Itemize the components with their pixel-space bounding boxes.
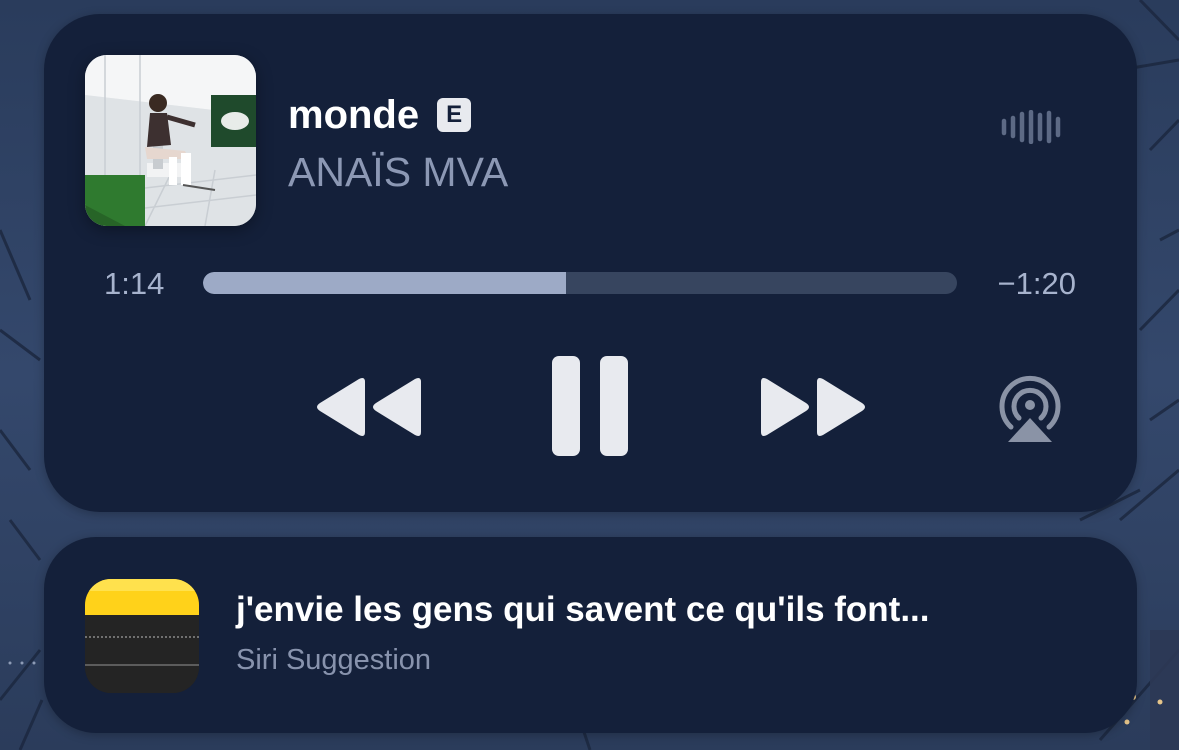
suggestion-subtitle: Siri Suggestion	[236, 644, 432, 676]
artist-name[interactable]: ANAÏS MVA	[288, 148, 508, 196]
airplay-icon	[999, 376, 1061, 442]
audio-waveform-icon	[1001, 110, 1061, 144]
rewind-button[interactable]	[314, 374, 424, 440]
rewind-icon	[317, 378, 421, 436]
airplay-button[interactable]	[994, 372, 1066, 444]
track-title-row: monde E	[288, 92, 472, 138]
pause-icon	[552, 356, 628, 456]
siri-suggestion-widget[interactable]: j'envie les gens qui savent ce qu'ils fo…	[44, 537, 1137, 733]
notes-app-icon[interactable]	[85, 579, 199, 693]
pause-button[interactable]	[550, 354, 630, 458]
remaining-time: −1:20	[997, 266, 1076, 301]
elapsed-time: 1:14	[104, 266, 165, 301]
progress-fill	[203, 272, 566, 294]
track-title: monde	[288, 93, 420, 137]
album-artwork[interactable]	[85, 55, 256, 226]
fast-forward-button[interactable]	[758, 374, 868, 440]
suggestion-title: j'envie les gens qui savent ce qu'ils fo…	[236, 590, 930, 629]
now-playing-widget[interactable]: monde E ANAÏS MVA 1:14 −1:20	[44, 14, 1137, 512]
fast-forward-icon	[761, 378, 865, 436]
explicit-badge: E	[437, 98, 472, 132]
progress-scrubber[interactable]	[203, 272, 957, 294]
